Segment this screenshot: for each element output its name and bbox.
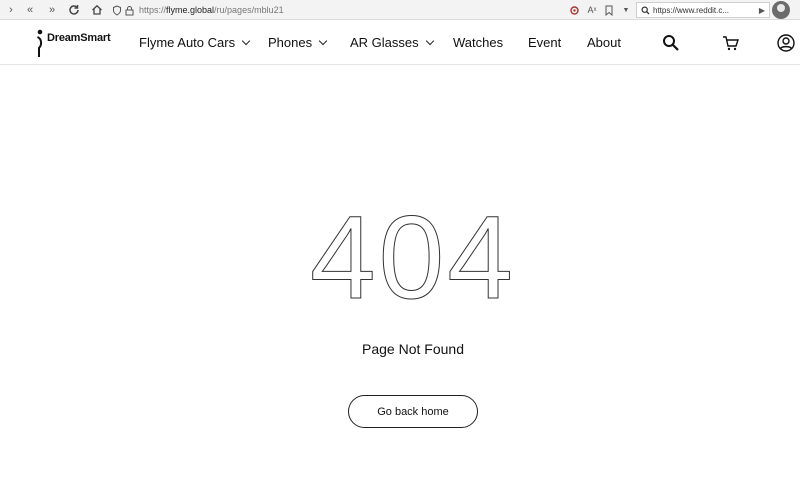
cart-icon[interactable] (721, 33, 741, 53)
back-icon[interactable]: « (22, 2, 38, 18)
dropdown-icon[interactable]: ▼ (618, 2, 634, 18)
nav-label: Flyme Auto Cars (139, 35, 236, 50)
nav-label: AR Glasses (350, 35, 419, 50)
home-icon[interactable] (89, 2, 105, 18)
bookmark-icon[interactable] (601, 2, 617, 18)
reload-icon[interactable] (66, 2, 82, 18)
logo-text: DreamSmart (47, 32, 111, 44)
nav-label: Phones (268, 35, 313, 50)
search-icon[interactable] (661, 33, 681, 53)
lock-icon (125, 5, 134, 16)
chevron-down-icon (425, 36, 434, 46)
error-message: Page Not Found (362, 341, 464, 357)
browser-toolbar: › « » https://flyme.global/ru/pages/mblu… (0, 0, 800, 20)
search-field-text: https://www.reddit.c... (653, 5, 730, 15)
search-icon (641, 6, 650, 15)
go-back-home-button[interactable]: Go back home (348, 395, 478, 428)
nav-label: Event (528, 35, 562, 50)
shield-icon (112, 4, 122, 16)
error-code: 404 (310, 192, 516, 324)
chevron-down-icon (241, 36, 251, 46)
nav-label: About (587, 35, 621, 50)
extension-icon[interactable] (566, 2, 582, 18)
play-icon[interactable]: ▶ (754, 2, 770, 18)
nav-item-event[interactable]: Event (528, 20, 561, 65)
sidebar-toggle-icon[interactable]: › (3, 2, 19, 18)
translate-icon[interactable]: Ax (584, 2, 600, 18)
browser-profile-icon[interactable] (772, 1, 790, 19)
nav-item-flyme-auto-cars[interactable]: Flyme Auto Cars (139, 20, 251, 65)
url-protocol: https:// (139, 5, 167, 15)
nav-item-ar-glasses[interactable]: AR Glasses (350, 20, 434, 65)
logo[interactable]: DreamSmart (36, 28, 111, 58)
account-icon[interactable] (776, 33, 796, 53)
url-path: /ru/pages/mblu21 (214, 5, 284, 15)
nav-label: Watches (453, 35, 504, 50)
chevron-down-icon (318, 36, 328, 46)
logo-mark-icon (36, 29, 43, 57)
site-header: DreamSmart Flyme Auto Cars Phones AR Gla… (0, 20, 800, 65)
nav-item-about[interactable]: About (587, 20, 621, 65)
forward-icon[interactable]: » (44, 2, 60, 18)
search-field[interactable]: https://www.reddit.c... (636, 2, 770, 18)
nav-item-watches[interactable]: Watches (453, 20, 503, 65)
address-bar[interactable]: https://flyme.global/ru/pages/mblu21 (112, 2, 632, 18)
nav-item-phones[interactable]: Phones (268, 20, 328, 65)
url-host: flyme.global (166, 5, 215, 15)
